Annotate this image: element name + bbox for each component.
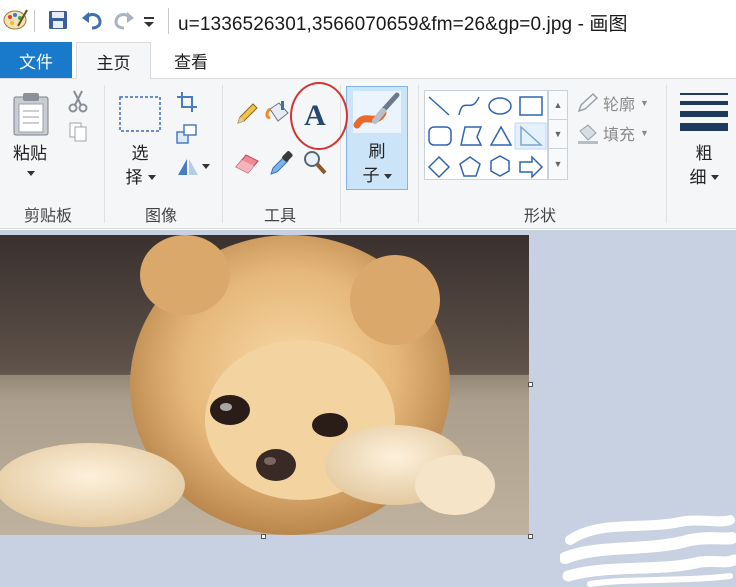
group-divider <box>666 85 667 223</box>
resize-handle-right[interactable] <box>528 382 533 387</box>
size-icon[interactable] <box>680 91 728 131</box>
group-divider <box>418 85 419 223</box>
outline-button[interactable]: 轮廓 ▼ <box>576 91 649 115</box>
tab-view[interactable]: 查看 <box>155 42 227 78</box>
scribble-overlay <box>560 515 736 587</box>
resize-handle-bottom[interactable] <box>261 534 266 539</box>
brushes-dropdown-icon <box>384 174 392 179</box>
resize-icon[interactable] <box>176 123 198 145</box>
group-divider <box>222 85 223 223</box>
select-button-label-1[interactable]: 选 <box>118 143 162 165</box>
color-picker-icon[interactable] <box>268 149 294 177</box>
paste-button-label[interactable]: 粘贴 <box>8 143 52 165</box>
puppy-photo <box>0 235 529 535</box>
select-icon[interactable] <box>118 95 162 133</box>
size-label-1[interactable]: 粗 <box>682 143 726 165</box>
cut-icon[interactable] <box>68 89 88 113</box>
shapes-gallery-icons <box>427 96 547 179</box>
shapes-group-label: 形状 <box>523 208 556 225</box>
clipboard-group-label: 剪贴板 <box>23 208 72 225</box>
tools-group-label: 工具 <box>263 208 296 225</box>
tab-file[interactable]: 文件 <box>0 42 72 78</box>
pencil-icon[interactable] <box>234 101 260 127</box>
gallery-expand-icon[interactable]: ▼ <box>549 149 567 178</box>
save-icon[interactable] <box>48 10 68 30</box>
redo-icon[interactable] <box>112 8 136 32</box>
fill-bucket-icon[interactable] <box>264 101 292 127</box>
shapes-gallery-scroll[interactable]: ▲ ▼ ▼ <box>548 90 568 180</box>
quick-access-divider <box>34 10 35 32</box>
fill-icon <box>578 124 598 144</box>
select-dropdown-icon[interactable] <box>147 174 157 182</box>
title-bar: u=1336526301,3566070659&fm=26&gp=0.jpg -… <box>0 0 736 42</box>
gallery-scroll-down-icon[interactable]: ▼ <box>549 120 567 149</box>
window-title: u=1336526301,3566070659&fm=26&gp=0.jpg -… <box>178 14 628 35</box>
outline-dropdown-icon: ▼ <box>640 98 649 108</box>
brushes-button[interactable]: 刷 子 <box>346 86 408 190</box>
title-divider <box>168 8 169 34</box>
rotate-icon[interactable] <box>176 155 210 177</box>
outline-icon <box>577 92 599 113</box>
group-divider <box>104 85 105 223</box>
customize-quick-access-icon[interactable] <box>142 12 156 30</box>
magnifier-icon[interactable] <box>302 149 328 177</box>
undo-icon[interactable] <box>80 8 104 32</box>
gallery-scroll-up-icon[interactable]: ▲ <box>549 91 567 120</box>
ribbon-tab-row: 文件 主页 查看 <box>0 42 736 80</box>
ribbon: 粘贴 剪贴板 选 择 图像 A 工具 刷 子 ▲ ▼ ▼ 轮廓 ▼ 填充 ▼ 形… <box>0 79 736 229</box>
brush-icon <box>353 91 401 133</box>
outline-label: 轮廓 <box>603 97 636 114</box>
paint-app-icon[interactable] <box>2 6 28 32</box>
fill-label: 填充 <box>603 127 636 144</box>
image-group-label: 图像 <box>144 208 177 225</box>
paste-icon[interactable] <box>10 91 52 137</box>
eraser-icon[interactable] <box>234 151 262 175</box>
fill-button[interactable]: 填充 ▼ <box>576 121 649 145</box>
paste-dropdown-icon[interactable] <box>26 170 36 178</box>
crop-icon[interactable] <box>176 91 198 113</box>
fill-dropdown-icon: ▼ <box>640 128 649 138</box>
shapes-gallery[interactable] <box>424 90 548 180</box>
size-dropdown-icon[interactable] <box>710 174 720 182</box>
canvas-image[interactable] <box>0 235 529 535</box>
copy-icon[interactable] <box>68 121 88 143</box>
text-tool-highlight-circle <box>290 82 348 150</box>
resize-handle-corner[interactable] <box>528 534 533 539</box>
tab-home[interactable]: 主页 <box>76 42 151 80</box>
brushes-label-1: 刷 <box>368 142 386 161</box>
